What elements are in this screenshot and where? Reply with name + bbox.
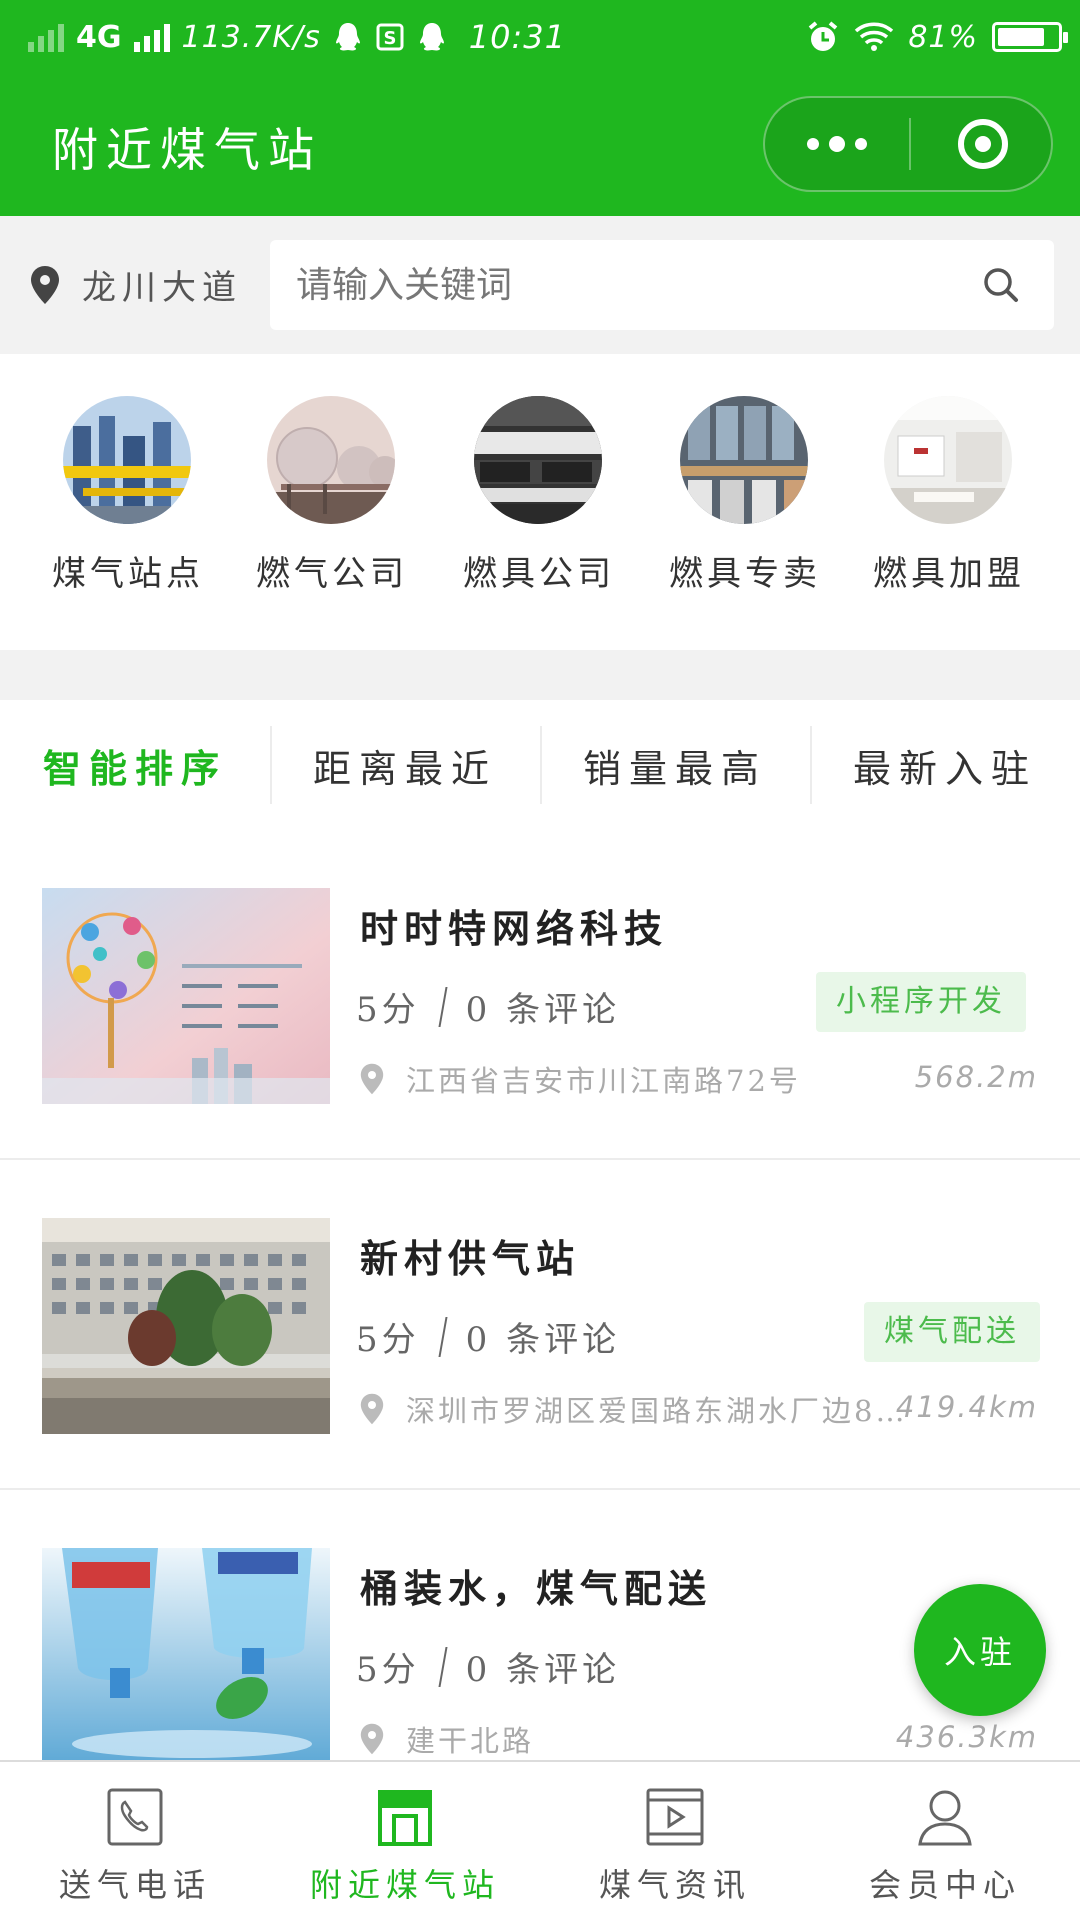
address-text: 江西省吉安市川江南路72号 xyxy=(406,1064,801,1098)
tab-label: 附近煤气站 xyxy=(309,1866,500,1904)
category-label: 燃具加盟 xyxy=(873,554,1025,594)
listing-thumbnail xyxy=(42,888,330,1104)
video-icon xyxy=(646,1788,704,1846)
wifi-icon xyxy=(855,22,894,51)
listing-thumbnail xyxy=(42,1218,330,1434)
search-icon[interactable] xyxy=(982,266,1020,304)
category-label: 煤气站点 xyxy=(52,554,204,594)
network-speed: 113.7K/s xyxy=(181,19,321,55)
category-label: 燃气公司 xyxy=(256,554,408,594)
listing-address: 江西省吉安市川江南路72号 xyxy=(360,1058,801,1100)
tab-gas-phone[interactable]: 送气电话 xyxy=(0,1762,270,1920)
user-icon xyxy=(918,1790,972,1846)
stove-photo xyxy=(474,396,602,524)
sort-tab-smart[interactable]: 智能排序 xyxy=(0,700,270,830)
listing-tag: 煤气配送 xyxy=(864,1302,1040,1362)
list-item[interactable]: 新村供气站 5分 0 条评论 煤气配送 深圳市罗湖区爱国路东湖水厂边8… 419… xyxy=(0,1160,1080,1490)
meta-divider xyxy=(438,986,448,1027)
join-button[interactable]: 入驻 xyxy=(914,1584,1046,1716)
listing-score: 5分 xyxy=(356,1650,420,1690)
tab-label: 煤气资讯 xyxy=(598,1866,751,1904)
listing-name: 时时特网络科技 xyxy=(360,906,669,951)
listing-tag: 小程序开发 xyxy=(816,972,1026,1032)
clock: 10:31 xyxy=(468,18,567,56)
s-app-icon: S xyxy=(376,23,404,51)
listing-reviews: 0 条评论 xyxy=(465,1320,621,1360)
listing-distance: 419.4km xyxy=(895,1390,1038,1424)
sort-tab-sales[interactable]: 销量最高 xyxy=(540,700,810,830)
listing-reviews: 0 条评论 xyxy=(465,1650,621,1690)
listing-meta: 5分 0 条评论 xyxy=(356,982,620,1031)
network-type: 4G xyxy=(76,19,122,55)
listing-meta: 5分 0 条评论 xyxy=(356,1312,620,1361)
sort-tab-newest[interactable]: 最新入驻 xyxy=(810,700,1080,830)
gas-plant-photo xyxy=(63,396,191,524)
appliance-store-photo xyxy=(680,396,808,524)
location-pin-icon xyxy=(360,1063,384,1095)
category-stove-company[interactable]: 燃具公司 xyxy=(463,396,613,595)
title-bar: 附近煤气站 xyxy=(0,74,1080,216)
tab-label: 会员中心 xyxy=(868,1866,1021,1904)
mini-program-capsule xyxy=(763,96,1053,192)
category-stove-franchise[interactable]: 燃具加盟 xyxy=(873,396,1023,595)
qq-icon xyxy=(335,23,360,51)
category-stove-store[interactable]: 燃具专卖 xyxy=(669,396,819,595)
store-icon xyxy=(378,1790,432,1846)
signal-2-icon xyxy=(133,22,170,52)
listing-meta: 5分 0 条评论 xyxy=(356,1642,620,1691)
search-input[interactable] xyxy=(296,240,956,330)
battery-icon xyxy=(992,22,1068,52)
search-box[interactable] xyxy=(270,240,1054,330)
more-dots-icon[interactable] xyxy=(765,98,909,190)
listing-address: 深圳市罗湖区爱国路东湖水厂边8… xyxy=(360,1388,907,1430)
qq-icon-2 xyxy=(419,23,444,51)
tab-nearby-stations[interactable]: 附近煤气站 xyxy=(270,1762,540,1920)
gas-tanks-photo xyxy=(267,396,395,524)
category-label: 燃具专卖 xyxy=(669,554,821,594)
listing-thumbnail xyxy=(42,1548,330,1760)
station-list: 时时特网络科技 5分 0 条评论 小程序开发 江西省吉安市川江南路72号 568… xyxy=(0,830,1080,1760)
listing-address: 建干北路 xyxy=(360,1718,534,1760)
category-label: 燃具公司 xyxy=(463,554,615,594)
svg-text:S: S xyxy=(383,28,396,49)
battery-percent: 81% xyxy=(908,19,978,55)
location-pin-icon xyxy=(360,1393,384,1425)
address-text: 深圳市罗湖区爱国路东湖水厂边8… xyxy=(406,1394,908,1428)
location-pin-icon xyxy=(31,265,59,304)
status-bar: 4G 113.7K/s S 10:31 81% xyxy=(0,0,1080,74)
showroom-photo xyxy=(884,396,1012,524)
category-gas-station[interactable]: 煤气站点 xyxy=(52,396,202,595)
location-pin-icon xyxy=(360,1723,384,1755)
target-close-icon[interactable] xyxy=(911,98,1055,190)
search-row: 龙川大道 xyxy=(0,216,1080,354)
listing-reviews: 0 条评论 xyxy=(465,990,621,1030)
bottom-tab-bar: 送气电话 附近煤气站 煤气资讯 会员中心 xyxy=(0,1760,1080,1920)
list-item[interactable]: 时时特网络科技 5分 0 条评论 小程序开发 江西省吉安市川江南路72号 568… xyxy=(0,830,1080,1160)
tab-label: 送气电话 xyxy=(58,1866,211,1904)
category-grid: 煤气站点 燃气公司 燃具公司 燃具专卖 燃具加盟 xyxy=(0,354,1080,650)
location-selector[interactable]: 龙川大道 xyxy=(30,260,242,309)
category-gas-company[interactable]: 燃气公司 xyxy=(256,396,406,595)
meta-divider xyxy=(438,1646,448,1687)
address-text: 建干北路 xyxy=(406,1724,535,1758)
listing-score: 5分 xyxy=(356,1320,420,1360)
tab-gas-news[interactable]: 煤气资讯 xyxy=(540,1762,810,1920)
phone-icon xyxy=(107,1788,163,1846)
sort-tabs: 智能排序 距离最近 销量最高 最新入驻 xyxy=(0,700,1080,830)
alarm-icon xyxy=(809,21,838,51)
listing-name: 新村供气站 xyxy=(360,1236,581,1281)
page-title: 附近煤气站 xyxy=(52,123,322,177)
tab-member-center[interactable]: 会员中心 xyxy=(810,1762,1080,1920)
sort-tab-nearest[interactable]: 距离最近 xyxy=(270,700,540,830)
location-label: 龙川大道 xyxy=(82,268,242,308)
meta-divider xyxy=(438,1316,448,1357)
listing-score: 5分 xyxy=(356,990,420,1030)
listing-distance: 436.3km xyxy=(895,1720,1038,1754)
signal-1-icon xyxy=(28,22,64,52)
listing-name: 桶装水，煤气配送 xyxy=(360,1566,713,1611)
listing-distance: 568.2m xyxy=(914,1060,1038,1094)
